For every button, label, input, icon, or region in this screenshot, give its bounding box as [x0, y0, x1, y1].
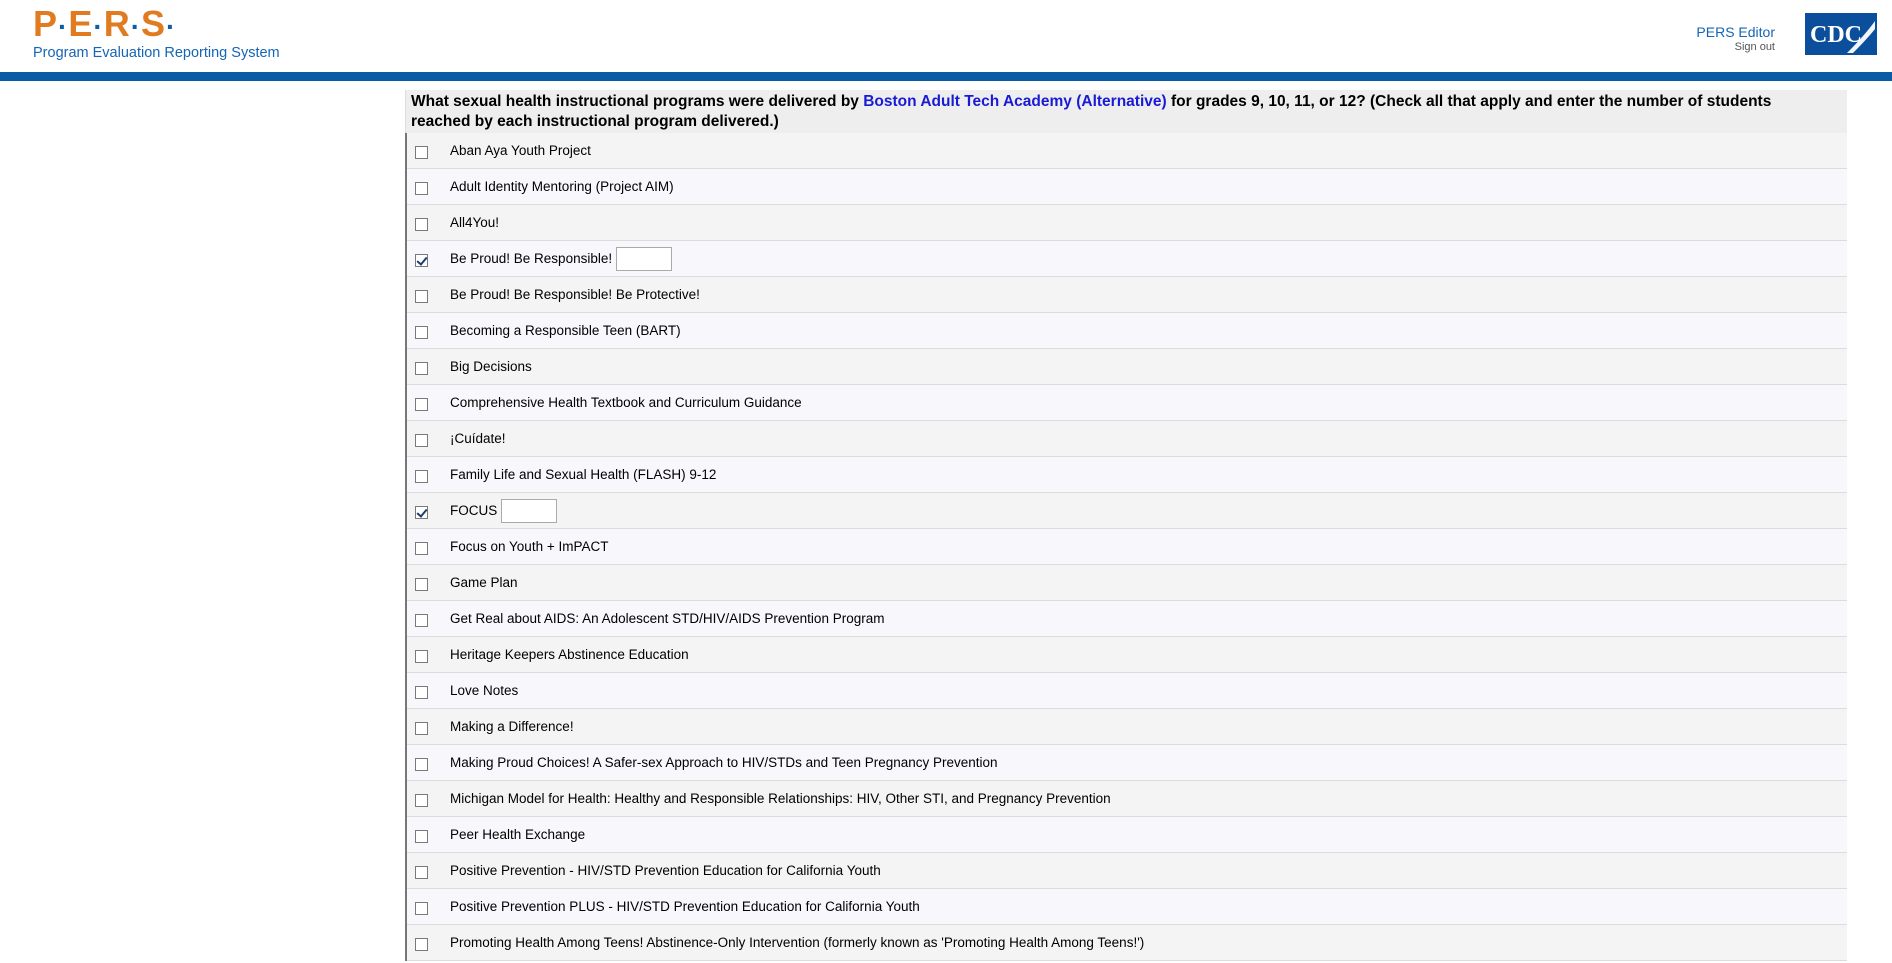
program-checkbox[interactable] — [415, 722, 428, 735]
program-checkbox[interactable] — [415, 182, 428, 195]
program-option[interactable]: Aban Aya Youth Project — [407, 133, 1847, 169]
program-label: Positive Prevention - HIV/STD Prevention… — [450, 863, 881, 878]
students-reached-input[interactable] — [616, 246, 673, 271]
program-checkbox[interactable] — [415, 794, 428, 807]
program-option[interactable]: Heritage Keepers Abstinence Education — [407, 637, 1847, 673]
program-label: ¡Cuídate! — [450, 431, 506, 446]
question-panel: What sexual health instructional program… — [405, 90, 1847, 961]
cdc-logo-text: CDC — [1810, 22, 1862, 48]
program-label: Focus on Youth + ImPACT — [450, 539, 609, 554]
program-checkbox[interactable] — [415, 758, 428, 771]
program-option[interactable]: Comprehensive Health Textbook and Curric… — [407, 385, 1847, 421]
program-options-list: Aban Aya Youth Project Adult Identity Men… — [405, 133, 1847, 961]
program-label: Adult Identity Mentoring (Project AIM) — [450, 179, 674, 194]
program-checkbox[interactable] — [415, 866, 428, 879]
header-divider-bar — [0, 72, 1892, 81]
program-option[interactable]: Focus on Youth + ImPACT — [407, 529, 1847, 565]
program-option[interactable]: Making Proud Choices! A Safer-sex Approa… — [407, 745, 1847, 781]
program-label: All4You! — [450, 215, 500, 230]
program-option[interactable]: Michigan Model for Health: Healthy and R… — [407, 781, 1847, 817]
program-option[interactable]: Get Real about AIDS: An Adolescent STD/H… — [407, 601, 1847, 637]
user-area: PERS Editor Sign out — [1696, 24, 1775, 54]
user-role-link[interactable]: PERS Editor — [1696, 24, 1775, 40]
program-checkbox[interactable] — [415, 578, 428, 591]
program-label: Making Proud Choices! A Safer-sex Approa… — [450, 755, 998, 770]
program-checkbox[interactable] — [415, 434, 428, 447]
cdc-logo: CDC — [1805, 13, 1877, 55]
program-option[interactable]: Be Proud! Be Responsible! — [407, 241, 1847, 277]
program-label: Making a Difference! — [450, 719, 574, 734]
program-option[interactable]: ¡Cuídate! — [407, 421, 1847, 457]
program-option[interactable]: Love Notes — [407, 673, 1847, 709]
program-option[interactable]: Positive Prevention - HIV/STD Prevention… — [407, 853, 1847, 889]
program-checkbox[interactable] — [415, 614, 428, 627]
cdc-logo-graphic: CDC — [1807, 15, 1875, 53]
program-option[interactable]: Becoming a Responsible Teen (BART) — [407, 313, 1847, 349]
program-option[interactable]: Adult Identity Mentoring (Project AIM) — [407, 169, 1847, 205]
program-option[interactable]: Promoting Health Among Teens! Abstinence… — [407, 925, 1847, 961]
program-option[interactable]: Peer Health Exchange — [407, 817, 1847, 853]
program-checkbox[interactable] — [415, 254, 428, 267]
program-checkbox[interactable] — [415, 830, 428, 843]
school-name: Boston Adult Tech Academy (Alternative) — [863, 93, 1167, 110]
program-label: Be Proud! Be Responsible! Be Protective! — [450, 287, 700, 302]
program-checkbox[interactable] — [415, 506, 428, 519]
program-option[interactable]: Making a Difference! — [407, 709, 1847, 745]
program-option[interactable]: All4You! — [407, 205, 1847, 241]
logo-subtitle: Program Evaluation Reporting System — [33, 45, 280, 61]
program-label: Becoming a Responsible Teen (BART) — [450, 323, 681, 338]
program-label: Aban Aya Youth Project — [450, 143, 591, 158]
program-label: Peer Health Exchange — [450, 827, 586, 842]
program-checkbox[interactable] — [415, 650, 428, 663]
program-checkbox[interactable] — [415, 398, 428, 411]
program-checkbox[interactable] — [415, 542, 428, 555]
program-label: Promoting Health Among Teens! Abstinence… — [450, 935, 1145, 950]
program-label: Get Real about AIDS: An Adolescent STD/H… — [450, 611, 885, 626]
program-checkbox[interactable] — [415, 326, 428, 339]
program-checkbox[interactable] — [415, 218, 428, 231]
program-label: Michigan Model for Health: Healthy and R… — [450, 791, 1111, 806]
program-label: Positive Prevention PLUS - HIV/STD Preve… — [450, 899, 920, 914]
pers-logo[interactable]: P·E·R·S· Program Evaluation Reporting Sy… — [33, 3, 280, 62]
program-option[interactable]: Be Proud! Be Responsible! Be Protective! — [407, 277, 1847, 313]
students-reached-input[interactable] — [501, 498, 558, 523]
program-option[interactable]: Family Life and Sexual Health (FLASH) 9-… — [407, 457, 1847, 493]
logo-mark: P·E·R·S· — [33, 3, 177, 44]
program-label: Big Decisions — [450, 359, 532, 374]
program-checkbox[interactable] — [415, 290, 428, 303]
program-label: Love Notes — [450, 683, 519, 698]
program-label: Game Plan — [450, 575, 518, 590]
program-option[interactable]: Game Plan — [407, 565, 1847, 601]
question-text: What sexual health instructional program… — [405, 90, 1847, 133]
program-option[interactable]: Positive Prevention PLUS - HIV/STD Preve… — [407, 889, 1847, 925]
program-label: FOCUS — [450, 503, 498, 518]
app-header: P·E·R·S· Program Evaluation Reporting Sy… — [0, 0, 1892, 81]
program-option[interactable]: FOCUS — [407, 493, 1847, 529]
program-checkbox[interactable] — [415, 902, 428, 915]
program-label: Family Life and Sexual Health (FLASH) 9-… — [450, 467, 717, 482]
program-option[interactable]: Big Decisions — [407, 349, 1847, 385]
program-label: Comprehensive Health Textbook and Curric… — [450, 395, 802, 410]
program-checkbox[interactable] — [415, 686, 428, 699]
program-label: Be Proud! Be Responsible! — [450, 251, 613, 266]
program-checkbox[interactable] — [415, 470, 428, 483]
program-label: Heritage Keepers Abstinence Education — [450, 647, 689, 662]
program-checkbox[interactable] — [415, 146, 428, 159]
program-checkbox[interactable] — [415, 938, 428, 951]
sign-out-link[interactable]: Sign out — [1696, 40, 1775, 54]
program-checkbox[interactable] — [415, 362, 428, 375]
